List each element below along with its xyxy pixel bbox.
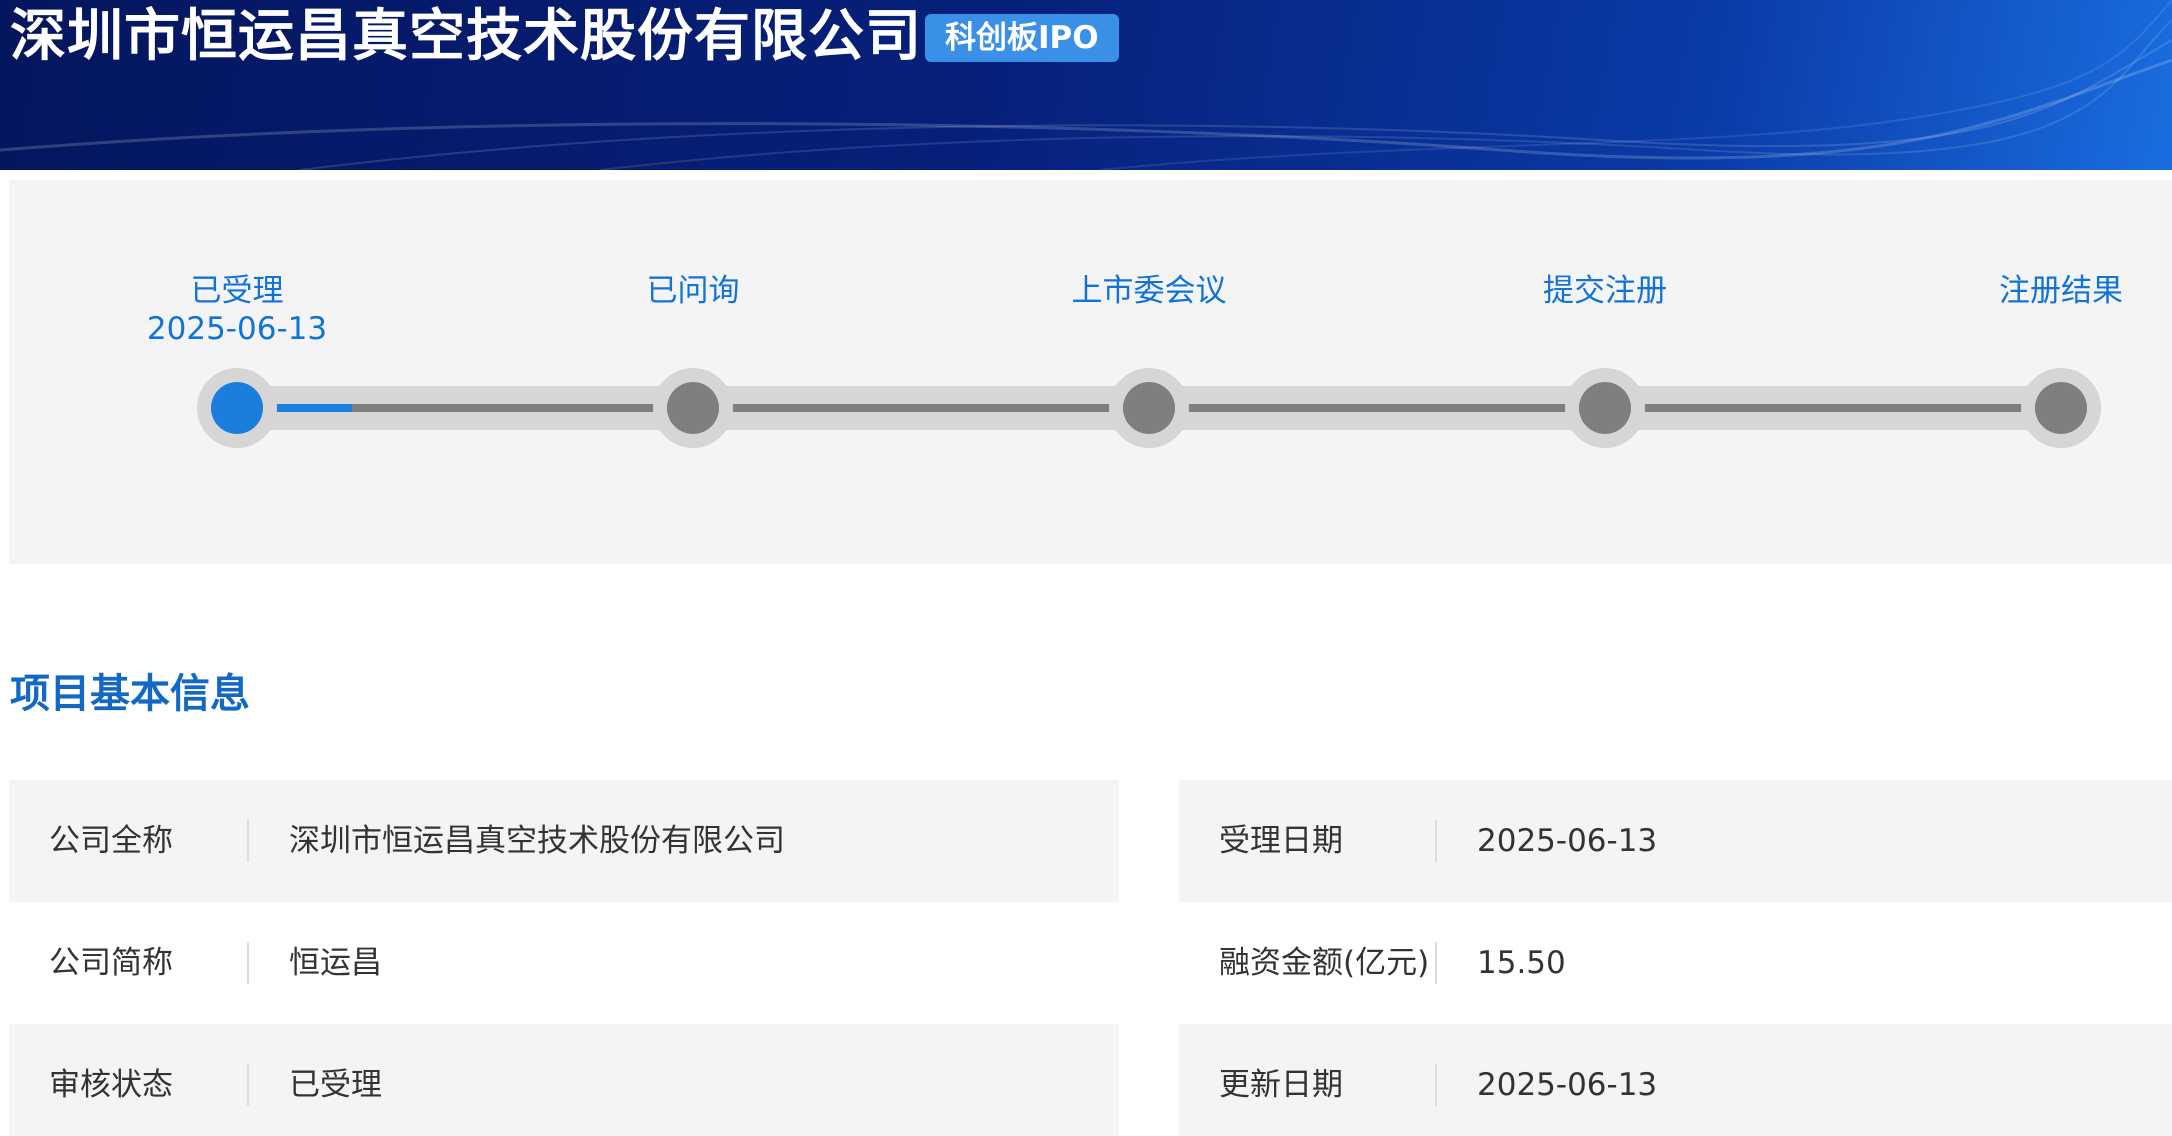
info-row-short-name: 公司简称 恒运昌: [9, 902, 1119, 1024]
step-dot: [1123, 382, 1175, 434]
step-dot: [2035, 382, 2087, 434]
info-value: 15.50: [1477, 945, 1566, 981]
ipo-board-badge: 科创板IPO: [925, 14, 1119, 62]
step-node-listing-committee: [1109, 368, 1189, 448]
info-label: 融资金额(亿元): [1219, 945, 1430, 981]
info-row-accept-date: 受理日期 2025-06-13: [1179, 780, 2172, 902]
step-submit-registration[interactable]: 提交注册: [1543, 272, 1667, 310]
step-label: 注册结果: [1999, 273, 2123, 309]
step-label: 提交注册: [1543, 273, 1667, 309]
step-label: 已受理: [190, 273, 284, 309]
step-dot: [667, 382, 719, 434]
info-row-review-status: 审核状态 已受理: [9, 1024, 1119, 1136]
info-value: 2025-06-13: [1477, 823, 1658, 859]
step-inquired[interactable]: 已问询: [647, 272, 740, 310]
progress-panel: 已受理 2025-06-13 已问询 上市委会议 提交注册 注册结果: [9, 180, 2172, 564]
info-row-full-name: 公司全称 深圳市恒运昌真空技术股份有限公司: [9, 780, 1119, 902]
step-node-accepted: [197, 368, 277, 448]
step-node-registration-result: [2021, 368, 2101, 448]
step-node-submit-registration: [1565, 368, 1645, 448]
info-label: 更新日期: [1219, 1067, 1343, 1103]
step-label: 已问询: [646, 273, 740, 309]
step-dot-active: [211, 382, 263, 434]
step-node-inquired: [653, 368, 733, 448]
info-label: 审核状态: [49, 1067, 173, 1103]
info-value: 恒运昌: [289, 945, 382, 981]
info-value: 2025-06-13: [1477, 1067, 1658, 1103]
step-label: 上市委会议: [1071, 273, 1227, 309]
step-registration-result[interactable]: 注册结果: [1999, 272, 2123, 310]
step-accepted[interactable]: 已受理 2025-06-13: [147, 272, 327, 348]
info-label: 公司简称: [49, 945, 173, 981]
info-divider: [1435, 942, 1437, 984]
info-value: 深圳市恒运昌真空技术股份有限公司: [289, 823, 785, 859]
info-row-update-date: 更新日期 2025-06-13: [1179, 1024, 2172, 1136]
step-dot: [1579, 382, 1631, 434]
step-date: 2025-06-13: [146, 311, 328, 347]
info-label: 受理日期: [1219, 823, 1343, 859]
step-listing-committee[interactable]: 上市委会议: [1072, 272, 1227, 310]
info-label: 公司全称: [49, 823, 173, 859]
info-divider: [1435, 820, 1437, 862]
info-divider: [247, 1064, 249, 1106]
info-divider: [247, 820, 249, 862]
info-row-financing-amount: 融资金额(亿元) 15.50: [1179, 902, 2172, 1024]
company-title: 深圳市恒运昌真空技术股份有限公司: [10, 4, 922, 69]
header-banner: 深圳市恒运昌真空技术股份有限公司 科创板IPO: [0, 0, 2172, 170]
info-value: 已受理: [289, 1067, 382, 1103]
info-divider: [1435, 1064, 1437, 1106]
info-divider: [247, 942, 249, 984]
section-title: 项目基本信息: [10, 671, 250, 717]
